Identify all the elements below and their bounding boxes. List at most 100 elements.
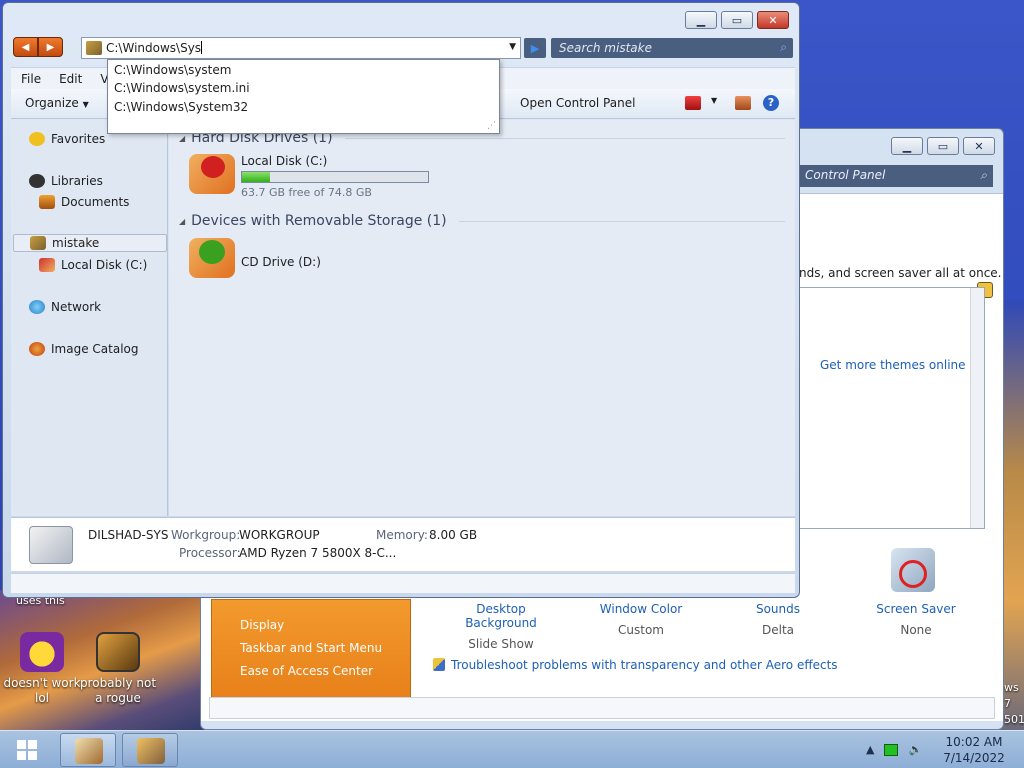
- text-caret: [201, 41, 203, 54]
- minimize-button[interactable]: ▁: [685, 11, 717, 29]
- maximize-button[interactable]: ▭: [927, 137, 959, 155]
- drive-d-name: CD Drive (D:): [241, 255, 321, 269]
- navigation-pane: Favorites Libraries Documents mistake Lo…: [11, 120, 168, 516]
- side-links-panel: Display Taskbar and Start Menu Ease of A…: [211, 599, 411, 699]
- address-text: C:\Windows\Sys: [106, 41, 202, 55]
- ease-of-access-link[interactable]: Ease of Access Center: [240, 664, 373, 678]
- troubleshoot-link[interactable]: Troubleshoot problems with transparency …: [433, 658, 838, 672]
- menu-file[interactable]: File: [21, 72, 41, 86]
- preview-pane-icon[interactable]: [735, 96, 751, 110]
- back-button[interactable]: ◀: [13, 37, 38, 57]
- board-icon: [96, 632, 140, 672]
- nav-network[interactable]: Network: [29, 298, 101, 316]
- status-bar: [11, 573, 795, 593]
- content-pane: ◢ Hard Disk Drives (1) Local Disk (C:) 63…: [169, 120, 795, 516]
- go-button[interactable]: ▶: [524, 38, 546, 58]
- workgroup-label: Workgroup:: [171, 528, 241, 542]
- yahoo-icon: [20, 632, 64, 672]
- network-icon[interactable]: [884, 743, 899, 756]
- desktop-icon-rogue[interactable]: probably not a rogue: [76, 632, 160, 706]
- clock-time: 10:02 AM: [945, 735, 1003, 749]
- drive-c[interactable]: Local Disk (C:) 63.7 GB free of 74.8 GB: [189, 154, 429, 199]
- forward-button[interactable]: ▶: [38, 37, 63, 57]
- drive-c-usage-bar: [241, 171, 429, 183]
- autocomplete-item[interactable]: C:\Windows\system.ini: [114, 81, 250, 95]
- details-pane: DILSHAD-SYS Workgroup: WORKGROUP Memory:…: [11, 517, 795, 571]
- drive-d[interactable]: CD Drive (D:): [189, 238, 321, 278]
- nav-image-catalog[interactable]: Image Catalog: [29, 340, 138, 358]
- swatch-desktop-background[interactable]: Desktop Background Slide Show: [441, 602, 561, 651]
- computer-icon: [86, 41, 102, 55]
- resize-grip-icon[interactable]: ⋰: [487, 121, 496, 131]
- search-icon[interactable]: ⌕: [780, 40, 787, 55]
- nav-favorites[interactable]: Favorites: [29, 130, 105, 148]
- personalization-icon: [75, 738, 103, 764]
- image-catalog-icon: [29, 342, 45, 356]
- collapse-icon: ◢: [179, 216, 186, 226]
- show-hidden-icons-icon[interactable]: ▲: [866, 743, 874, 756]
- close-button[interactable]: ✕: [963, 137, 995, 155]
- taskbar-link[interactable]: Taskbar and Start Menu: [240, 641, 382, 655]
- search-box[interactable]: ⌕: [551, 38, 793, 58]
- address-bar[interactable]: C:\Windows\Sys ▼: [81, 37, 521, 59]
- start-button[interactable]: [0, 731, 54, 768]
- clock-date: 7/14/2022: [943, 751, 1005, 765]
- windows-logo-icon: [17, 740, 37, 760]
- green-pig-drive-icon: [189, 238, 235, 278]
- documents-icon: [39, 195, 55, 209]
- themes-scrollbar[interactable]: [970, 288, 984, 528]
- pc-name: DILSHAD-SYS: [88, 528, 169, 542]
- open-control-panel-button[interactable]: Open Control Panel: [520, 96, 635, 110]
- themes-list[interactable]: Get more themes online: [799, 287, 985, 529]
- volume-icon[interactable]: 🔈: [908, 743, 922, 756]
- drive-c-name: Local Disk (C:): [241, 154, 328, 168]
- memory-label: Memory:: [376, 528, 428, 542]
- collapse-icon: ◢: [179, 133, 186, 143]
- swatch-sounds[interactable]: Sounds Delta: [718, 602, 838, 637]
- desktop-icon-yahoo[interactable]: doesn't work lol: [0, 632, 84, 706]
- personalization-statusbar: [209, 697, 995, 719]
- nav-libraries[interactable]: Libraries: [29, 172, 103, 190]
- computer-icon: [29, 526, 73, 564]
- autocomplete-item[interactable]: C:\Windows\System32: [114, 100, 248, 114]
- help-icon[interactable]: ?: [763, 95, 779, 111]
- taskbar-app-explorer[interactable]: [122, 733, 178, 767]
- processor-label: Processor:: [179, 546, 241, 560]
- nav-computer[interactable]: mistake: [13, 234, 167, 252]
- maximize-button[interactable]: ▭: [721, 11, 753, 29]
- more-themes-link[interactable]: Get more themes online: [820, 358, 966, 372]
- computer-icon: [137, 738, 165, 764]
- swatch-window-color[interactable]: Window Color Custom: [581, 602, 701, 637]
- computer-icon: [30, 236, 46, 250]
- screen-saver-icon[interactable]: [891, 548, 935, 592]
- close-button[interactable]: ✕: [757, 11, 789, 29]
- memory-value: 8.00 GB: [429, 528, 478, 542]
- minimize-button[interactable]: ▁: [891, 137, 923, 155]
- menu-edit[interactable]: Edit: [59, 72, 82, 86]
- display-link[interactable]: Display: [240, 618, 284, 632]
- control-panel-search[interactable]: Control Panel ⌕: [799, 165, 993, 187]
- search-input[interactable]: [551, 38, 771, 58]
- drive-c-usage-fill: [242, 172, 270, 182]
- taskbar: ▲ 🔈 10:02 AM 7/14/2022: [0, 730, 1024, 768]
- network-icon: [29, 300, 45, 314]
- organize-button[interactable]: Organize ▼: [25, 96, 89, 110]
- autocomplete-item[interactable]: C:\Windows\system: [114, 63, 231, 77]
- group-header-removable[interactable]: ◢ Devices with Removable Storage (1): [179, 213, 785, 229]
- drive-c-free-space: 63.7 GB free of 74.8 GB: [241, 186, 372, 199]
- workgroup-value: WORKGROUP: [239, 528, 320, 542]
- shield-icon: [433, 658, 445, 671]
- processor-value: AMD Ryzen 7 5800X 8-C...: [239, 546, 397, 560]
- system-tray: ▲ 🔈: [866, 743, 922, 756]
- nav-local-disk[interactable]: Local Disk (C:): [39, 256, 147, 274]
- search-icon: ⌕: [980, 168, 987, 182]
- clock[interactable]: 10:02 AM 7/14/2022: [934, 734, 1014, 766]
- angry-bird-drive-icon: [189, 154, 235, 194]
- taskbar-app-personalization[interactable]: [60, 733, 116, 767]
- swatch-screen-saver[interactable]: Screen Saver None: [856, 602, 976, 637]
- view-icon[interactable]: [685, 96, 701, 110]
- chevron-down-icon[interactable]: ▼: [509, 42, 516, 52]
- star-icon: [29, 132, 45, 146]
- view-dropdown-icon[interactable]: ▼: [711, 96, 721, 110]
- nav-documents[interactable]: Documents: [39, 193, 129, 211]
